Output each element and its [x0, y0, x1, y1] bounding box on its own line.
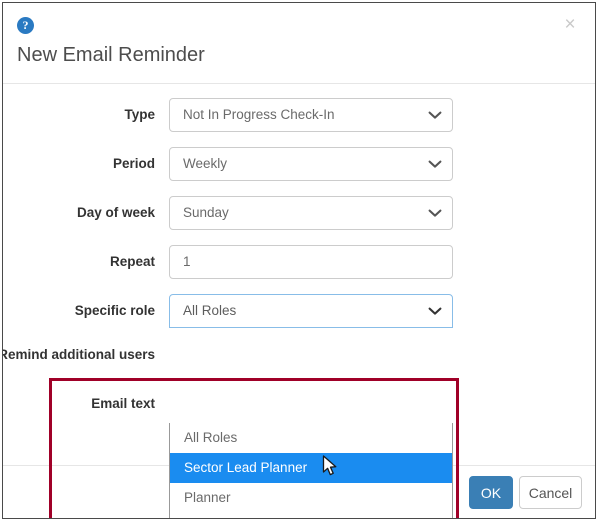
dropdown-option-all-roles[interactable]: All Roles	[170, 423, 452, 453]
specific-role-select[interactable]: All Roles	[169, 294, 453, 328]
close-icon[interactable]: ×	[559, 14, 581, 36]
period-select[interactable]: Weekly	[169, 147, 453, 181]
repeat-input[interactable]: 1	[169, 245, 453, 279]
form-row-type: Type Not In Progress Check-In	[3, 98, 595, 132]
form-row-repeat: Repeat 1	[3, 245, 595, 279]
cancel-button[interactable]: Cancel	[519, 476, 582, 509]
label-specific-role: Specific role	[74, 303, 155, 318]
label-repeat: Repeat	[109, 254, 155, 269]
type-select-wrap: Not In Progress Check-In	[169, 98, 453, 132]
label-day-of-week: Day of week	[76, 205, 155, 220]
day-of-week-select[interactable]: Sunday	[169, 196, 453, 230]
label-period: Period	[112, 156, 155, 171]
ok-button[interactable]: OK	[469, 476, 513, 509]
label-email-text: Email text	[91, 396, 155, 411]
form-row-specific-role: Specific role All Roles	[3, 294, 595, 328]
form-row-day-of-week: Day of week Sunday	[3, 196, 595, 230]
dialog-header: ? × New Email Reminder	[3, 3, 595, 84]
dropdown-option-admin[interactable]: Admin	[170, 513, 452, 518]
question-circle-icon[interactable]: ?	[17, 17, 34, 34]
period-select-wrap: Weekly	[169, 147, 453, 181]
label-type: Type	[124, 107, 155, 122]
dropdown-option-planner[interactable]: Planner	[170, 483, 452, 513]
label-remind-additional-users: Remind additional users	[3, 347, 155, 362]
dropdown-option-sector-lead-planner[interactable]: Sector Lead Planner	[170, 453, 452, 483]
repeat-input-wrap: 1	[169, 245, 453, 279]
new-email-reminder-dialog: ? × New Email Reminder Type Not In Progr…	[2, 2, 596, 519]
page-title: New Email Reminder	[17, 44, 205, 66]
dialog-body: Type Not In Progress Check-In Period Wee…	[3, 84, 595, 518]
form-row-period: Period Weekly	[3, 147, 595, 181]
form-row-email-text: Email text	[3, 387, 595, 421]
day-of-week-select-wrap: Sunday	[169, 196, 453, 230]
form-row-remind-additional-users: Remind additional users	[3, 338, 595, 372]
specific-role-select-wrap: All Roles	[169, 294, 453, 328]
specific-role-dropdown-list[interactable]: All Roles Sector Lead Planner Planner Ad…	[169, 423, 453, 518]
type-select[interactable]: Not In Progress Check-In	[169, 98, 453, 132]
